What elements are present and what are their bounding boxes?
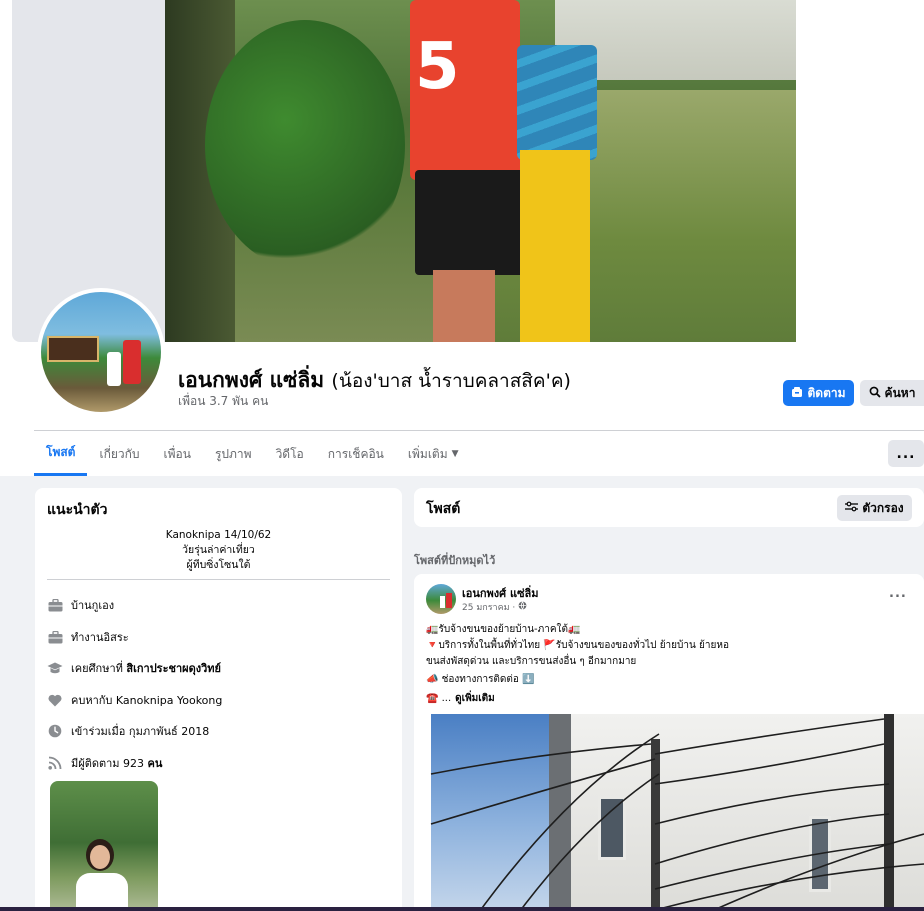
intro-item-followers: มีผู้ติดตาม 923 คน bbox=[47, 754, 162, 772]
post-options-button[interactable]: ... bbox=[889, 586, 907, 601]
tab-more[interactable]: เพิ่มเติม ▼ bbox=[396, 432, 471, 476]
rss-icon bbox=[47, 755, 63, 771]
profile-name-text: เอนกพงศ์ แซ่ลิ่ม bbox=[178, 368, 325, 392]
taskbar-edge bbox=[0, 907, 924, 911]
friends-count[interactable]: เพื่อน 3.7 พัน คน bbox=[178, 392, 268, 411]
pinned-posts-label: โพสต์ที่ปักหมุดไว้ bbox=[414, 554, 496, 567]
cover-photo[interactable]: 5 bbox=[165, 0, 796, 342]
search-icon bbox=[869, 386, 881, 401]
briefcase-icon bbox=[47, 629, 63, 645]
featured-photo[interactable] bbox=[50, 781, 158, 911]
post-meta: 25 มกราคม · bbox=[462, 600, 527, 614]
school-name[interactable]: สิเกาประชาผดุงวิทย์ bbox=[126, 662, 221, 675]
heart-icon bbox=[47, 692, 63, 708]
post-text: 🚛รับจ้างขนของย้ายบ้าน-ภาคใต้🚛 🔻บริการทั้… bbox=[426, 622, 906, 670]
post-author-avatar[interactable] bbox=[426, 584, 456, 614]
bio-line: Kanoknipa 14/10/62 bbox=[165, 529, 272, 541]
sliders-icon bbox=[845, 501, 859, 515]
caret-down-icon: ▼ bbox=[451, 449, 459, 459]
bio-line: วัยรุ่นล่าค่าเที่ยว bbox=[182, 544, 255, 556]
post-line: 🔻บริการทั้งในพื้นที่ทั่วไทย 🚩รับจ้างขนขอ… bbox=[426, 640, 729, 651]
intro-item-work: ทำงานอิสระ bbox=[47, 628, 129, 646]
post-line: ขนส่งพัสดุด่วน และบริการขนส่งอื่น ๆ อีกม… bbox=[426, 656, 637, 667]
intro-item-relationship: คบหากับ Kanoknipa Yookong bbox=[47, 691, 222, 709]
more-options-button[interactable]: ... bbox=[888, 440, 924, 467]
followers-unit: คน bbox=[147, 757, 163, 770]
profile-tabs: โพสต์ เกี่ยวกับ เพื่อน รูปภาพ วิดีโอ การ… bbox=[34, 432, 471, 476]
intro-item-text[interactable]: คบหากับ Kanoknipa Yookong bbox=[71, 691, 222, 709]
tab-more-label: เพิ่มเติม bbox=[407, 446, 448, 461]
search-button[interactable]: ค้นหา bbox=[860, 380, 924, 406]
intro-divider bbox=[47, 579, 390, 580]
follow-button[interactable]: ติดตาม bbox=[783, 380, 854, 406]
post-phone-line: ☎️ ... ดูเพิ่มเติม bbox=[426, 691, 495, 706]
follow-label: ติดตาม bbox=[807, 385, 846, 400]
post-card: เอนกพงศ์ แซ่ลิ่ม 25 มกราคม · ... 🚛รับจ้า… bbox=[414, 574, 924, 911]
tab-about[interactable]: เกี่ยวกับ bbox=[87, 432, 151, 476]
posts-header: โพสต์ ตัวกรอง bbox=[414, 488, 924, 527]
profile-avatar[interactable] bbox=[37, 288, 165, 416]
intro-item-text: ทำงานอิสระ bbox=[71, 631, 129, 644]
intro-item-text: บ้านกูเอง bbox=[71, 599, 115, 612]
posts-title: โพสต์ bbox=[426, 501, 461, 517]
see-more-link[interactable]: ดูเพิ่มเติม bbox=[455, 691, 495, 706]
intro-item-home: บ้านกูเอง bbox=[47, 596, 114, 614]
phone-prefix: ☎️ ... bbox=[426, 693, 452, 704]
intro-item-joined: เข้าร่วมเมื่อ กุมภาพันธ์ 2018 bbox=[47, 722, 209, 740]
profile-nickname: (น้อง'บาส น้ำราบคลาสสิค'ค) bbox=[331, 370, 571, 392]
briefcase-icon bbox=[47, 597, 63, 613]
page-edge bbox=[0, 0, 12, 342]
intro-bio: Kanoknipa 14/10/62 วัยรุ่นล่าค่าเที่ยว ผ… bbox=[35, 528, 402, 573]
follow-icon bbox=[791, 386, 803, 401]
globe-icon bbox=[518, 601, 527, 613]
clock-icon bbox=[47, 723, 63, 739]
post-contact-line: 📣 ช่องทางการติดต่อ ⬇️ bbox=[426, 674, 535, 685]
search-label: ค้นหา bbox=[884, 385, 916, 400]
tab-videos[interactable]: วิดีโอ bbox=[264, 432, 316, 476]
intro-item-education: เคยศึกษาที่ สิเกาประชาผดุงวิทย์ bbox=[47, 659, 221, 677]
filter-label: ตัวกรอง bbox=[862, 500, 904, 515]
bio-line: ผู้ทีบซิ่งโซนใต้ bbox=[186, 559, 251, 571]
post-photo[interactable] bbox=[414, 714, 924, 911]
filter-button[interactable]: ตัวกรอง bbox=[837, 495, 912, 521]
tab-friends[interactable]: เพื่อน bbox=[152, 432, 203, 476]
header-divider bbox=[34, 430, 924, 431]
intro-card: แนะนำตัว Kanoknipa 14/10/62 วัยรุ่นล่าค่… bbox=[35, 488, 402, 911]
profile-header: 5 เอนกพงศ์ แซ่ลิ่ม (น้อง'บาส น้ำราบคลาสส… bbox=[0, 0, 924, 476]
intro-item-text: เคยศึกษาที่ สิเกาประชาผดุงวิทย์ bbox=[71, 662, 221, 675]
tab-posts[interactable]: โพสต์ bbox=[34, 432, 88, 476]
graduation-cap-icon bbox=[47, 660, 63, 676]
post-date[interactable]: 25 มกราคม · bbox=[462, 600, 515, 614]
intro-item-text[interactable]: มีผู้ติดตาม 923 คน bbox=[71, 754, 162, 772]
tab-photos[interactable]: รูปภาพ bbox=[203, 432, 264, 476]
post-line: 🚛รับจ้างขนของย้ายบ้าน-ภาคใต้🚛 bbox=[426, 624, 581, 635]
tab-checkins[interactable]: การเช็คอิน bbox=[316, 432, 396, 476]
intro-title: แนะนำตัว bbox=[47, 502, 108, 518]
intro-item-text: เข้าร่วมเมื่อ กุมภาพันธ์ 2018 bbox=[71, 725, 210, 738]
